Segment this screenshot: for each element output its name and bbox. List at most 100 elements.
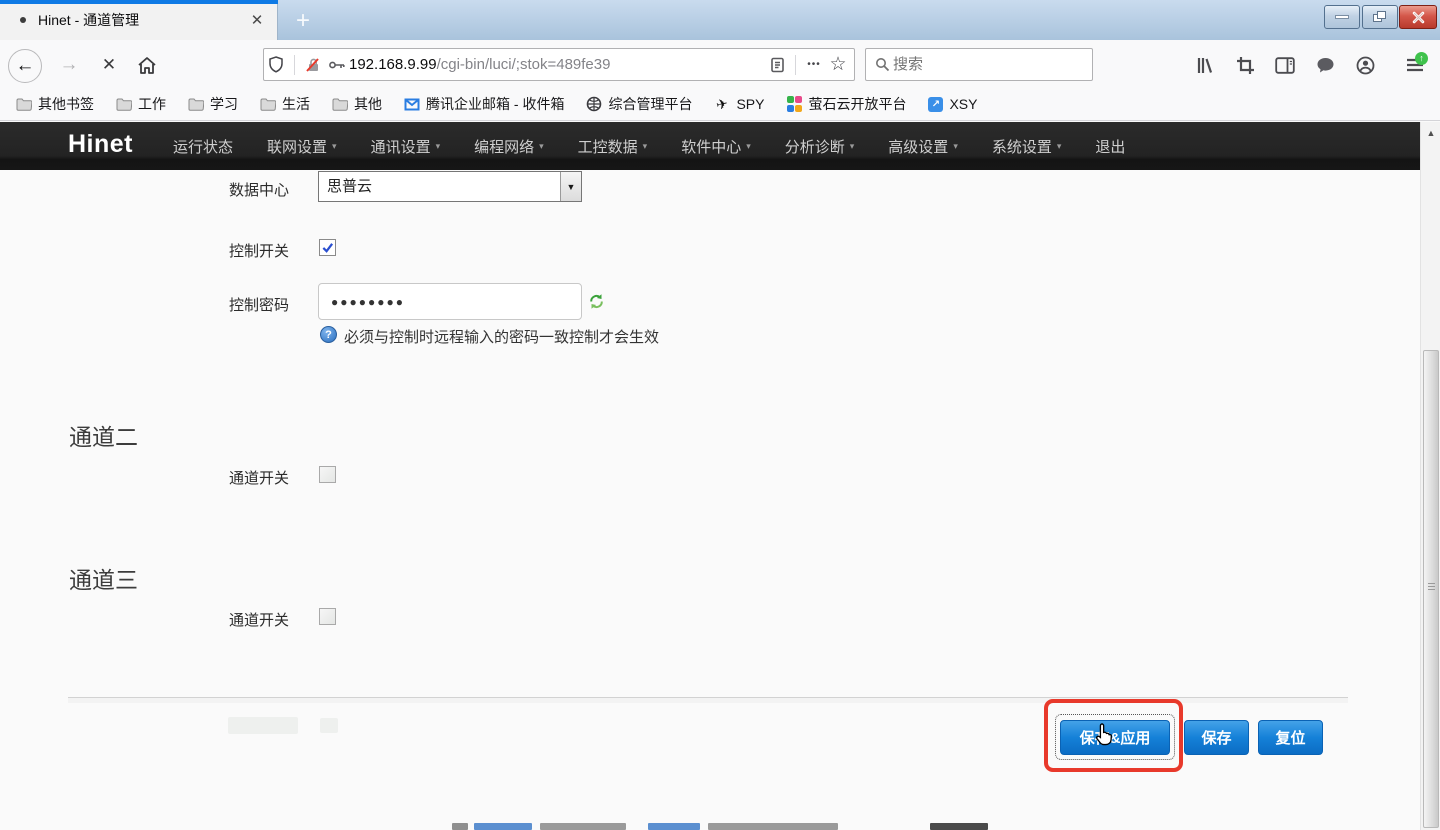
nav-item-diagnostics[interactable]: 分析诊断 ▾ — [785, 136, 855, 157]
urlbar-separator — [294, 55, 295, 75]
active-tab-indicator — [0, 0, 278, 4]
url-text[interactable]: 192.168.9.99/cgi-bin/luci/;stok=489fe39 — [349, 56, 765, 73]
page-actions-icon[interactable]: ••• — [802, 53, 826, 77]
footer-clipped-link — [648, 823, 700, 830]
reader-mode-icon[interactable] — [765, 53, 789, 77]
new-tab-button[interactable]: + — [288, 8, 318, 36]
bookmark-management-platform[interactable]: 综合管理平台 — [586, 94, 692, 114]
urlbar-separator — [795, 55, 796, 75]
tracking-shield-icon[interactable] — [264, 53, 288, 77]
xsy-arrow-icon: ↗ — [928, 97, 943, 112]
nav-item-running-status[interactable]: 运行状态 — [173, 136, 233, 157]
folder-icon — [188, 96, 204, 112]
library-icon[interactable] — [1190, 52, 1220, 78]
bookmarks-bar: 其他书签 工作 学习 生活 其他 腾讯企业邮箱 - 收件箱 综合管理平台 ✈ S… — [0, 88, 1440, 121]
browser-tab[interactable]: Hinet - 通道管理 ✕ — [0, 0, 278, 40]
window-restore-button[interactable] — [1362, 5, 1398, 29]
save-button[interactable]: 保存 — [1184, 720, 1249, 755]
chevron-down-icon: ▾ — [953, 141, 958, 152]
section-title-channel-3: 通道三 — [69, 561, 138, 595]
window-minimize-button[interactable] — [1324, 5, 1360, 29]
scrollbar-thumb[interactable] — [1423, 350, 1439, 828]
url-bar[interactable]: 192.168.9.99/cgi-bin/luci/;stok=489fe39 … — [263, 48, 855, 81]
data-center-select[interactable]: 思普云 ▼ — [318, 171, 582, 202]
chevron-down-icon: ▾ — [1057, 141, 1062, 152]
channel2-switch-label: 通道开关 — [229, 467, 289, 488]
search-bar[interactable] — [865, 48, 1093, 81]
bookmark-xsy[interactable]: ↗ XSY — [928, 96, 977, 112]
close-icon — [1412, 11, 1425, 24]
control-switch-checkbox[interactable] — [319, 239, 336, 256]
bookmark-star-icon[interactable]: ☆ — [826, 53, 850, 77]
key-icon[interactable] — [325, 53, 349, 77]
chevron-down-icon: ▾ — [539, 141, 544, 152]
update-badge-icon: ↑ — [1415, 52, 1428, 65]
control-password-field[interactable] — [318, 283, 582, 320]
forward-button[interactable]: → — [52, 48, 86, 82]
nav-item-industrial-data[interactable]: 工控数据 ▾ — [578, 136, 648, 157]
sidebars-icon[interactable] — [1270, 52, 1300, 78]
site-logo[interactable]: Hinet — [68, 130, 133, 159]
hand-cursor-icon — [1092, 722, 1116, 746]
reset-button[interactable]: 复位 — [1258, 720, 1323, 755]
channel3-switch-checkbox[interactable] — [319, 608, 336, 625]
chevron-down-icon: ▾ — [746, 141, 751, 152]
restore-icon — [1373, 11, 1387, 23]
url-fade-overlay — [705, 56, 765, 73]
ghost-artifact — [228, 717, 298, 734]
search-input[interactable] — [893, 56, 1092, 73]
nav-item-software-center[interactable]: 软件中心 ▾ — [681, 136, 751, 157]
tab-loading-dot-icon — [20, 17, 26, 23]
bookmark-tencent-exmail[interactable]: 腾讯企业邮箱 - 收件箱 — [404, 94, 564, 114]
url-path: /cgi-bin/luci/;stok=489fe39 — [437, 56, 611, 73]
insecure-lock-icon[interactable] — [301, 53, 325, 77]
bookmark-folder-life[interactable]: 生活 — [260, 94, 310, 114]
bookmark-ezviz-platform[interactable]: 萤石云开放平台 — [786, 94, 906, 114]
nav-item-system-settings[interactable]: 系统设置 ▾ — [992, 136, 1062, 157]
help-icon: ? — [320, 326, 337, 343]
stop-button[interactable]: ✕ — [92, 48, 126, 82]
control-password-help: 必须与控制时远程输入的密码一致控制才会生效 — [344, 326, 659, 347]
tab-close-icon[interactable]: ✕ — [245, 8, 269, 32]
window-close-button[interactable] — [1399, 5, 1437, 29]
data-center-value: 思普云 — [319, 172, 560, 201]
account-icon[interactable] — [1350, 52, 1380, 78]
control-switch-label: 控制开关 — [229, 240, 289, 261]
section-title-channel-2: 通道二 — [69, 418, 138, 452]
tab-title: Hinet - 通道管理 — [38, 10, 245, 30]
back-button[interactable]: ← — [8, 49, 42, 83]
select-dropdown-button[interactable]: ▼ — [560, 172, 581, 201]
bookmark-folder-study[interactable]: 学习 — [188, 94, 238, 114]
check-icon — [321, 241, 334, 254]
nav-item-programming-network[interactable]: 编程网络 ▾ — [474, 136, 544, 157]
folder-icon — [332, 96, 348, 112]
footer-clipped-link — [474, 823, 532, 830]
chevron-down-icon: ▾ — [850, 141, 855, 152]
menu-hamburger-icon[interactable]: ↑ — [1398, 52, 1432, 78]
bookmark-folder-misc[interactable]: 其他 — [332, 94, 382, 114]
site-navbar: Hinet 运行状态 联网设置 ▾ 通讯设置 ▾ 编程网络 ▾ 工控数据 ▾ 软… — [0, 122, 1420, 170]
channel2-switch-checkbox[interactable] — [319, 466, 336, 483]
nav-item-network-settings[interactable]: 联网设置 ▾ — [267, 136, 337, 157]
url-domain: 192.168.9.99 — [349, 56, 437, 73]
chevron-down-icon: ▾ — [436, 141, 441, 152]
search-icon — [872, 53, 893, 77]
wechat-chat-icon[interactable] — [1310, 52, 1340, 78]
chevron-down-icon: ▾ — [332, 141, 337, 152]
nav-item-logout[interactable]: 退出 — [1095, 136, 1125, 157]
bookmark-spy[interactable]: ✈ SPY — [714, 96, 764, 112]
scrollbar-track[interactable]: ▲ — [1420, 122, 1440, 830]
nav-item-comm-settings[interactable]: 通讯设置 ▾ — [371, 136, 441, 157]
refresh-icon[interactable] — [588, 293, 605, 315]
data-center-label: 数据中心 — [229, 179, 289, 200]
control-password-input[interactable] — [319, 295, 581, 309]
bookmark-folder-work[interactable]: 工作 — [116, 94, 166, 114]
home-button[interactable] — [130, 48, 164, 82]
bookmark-folder-other-bookmarks[interactable]: 其他书签 — [16, 94, 94, 114]
scrollbar-up-arrow[interactable]: ▲ — [1421, 124, 1440, 142]
nav-item-advanced-settings[interactable]: 高级设置 ▾ — [888, 136, 958, 157]
plane-icon: ✈ — [713, 95, 732, 114]
screenshot-crop-icon[interactable] — [1230, 52, 1260, 78]
footer-clipped-text — [452, 823, 468, 830]
footer-clipped-text — [540, 823, 626, 830]
